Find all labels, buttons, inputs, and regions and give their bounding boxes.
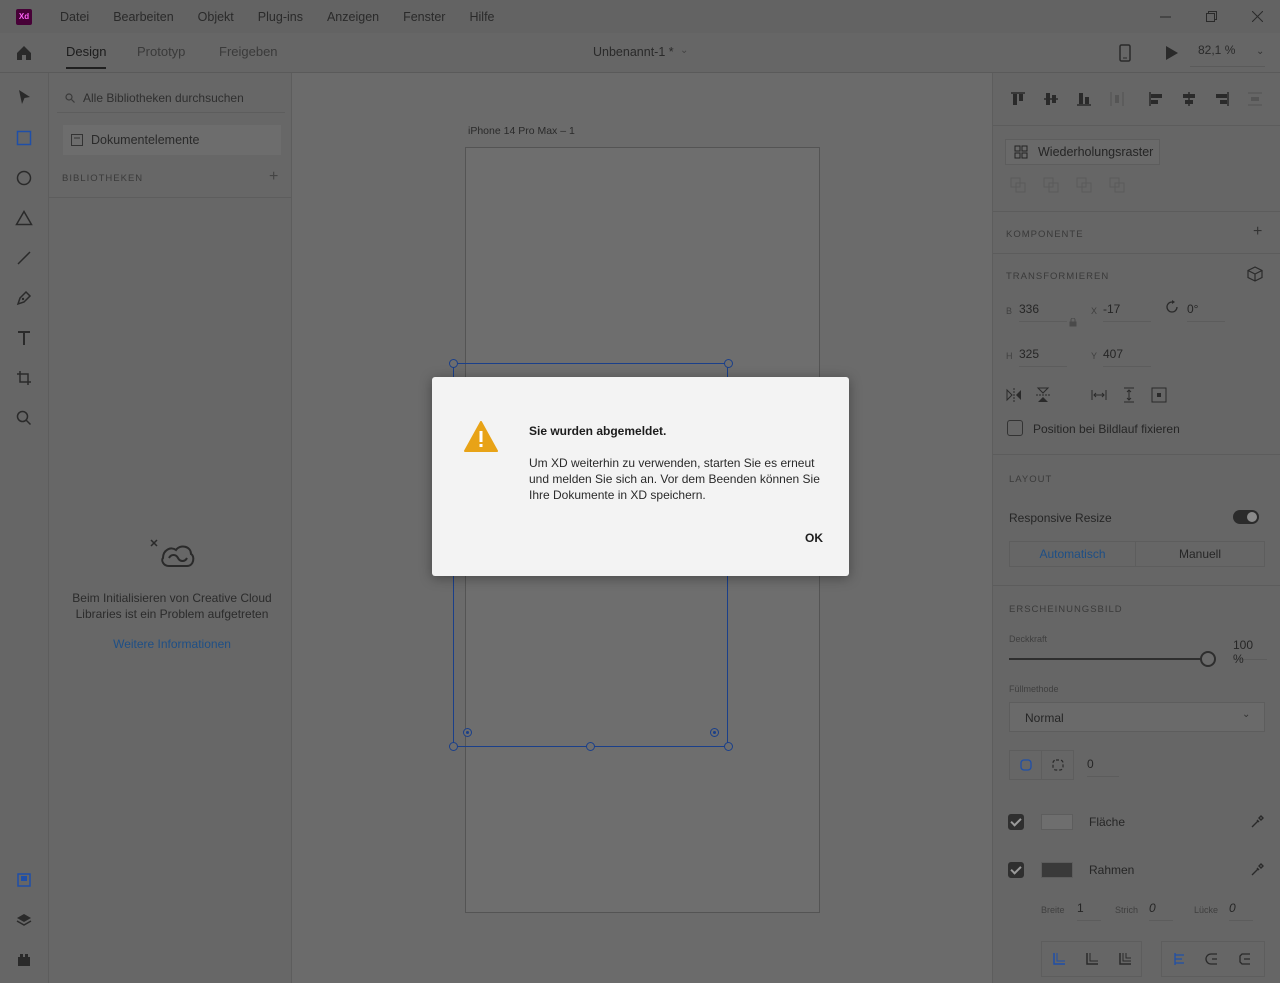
signed-out-dialog: Sie wurden abgemeldet. Um XD weiterhin z… xyxy=(432,377,849,576)
dialog-message: Um XD weiterhin zu verwenden, starten Si… xyxy=(529,456,820,502)
ok-button[interactable]: OK xyxy=(794,527,834,549)
dialog-title: Sie wurden abgemeldet. xyxy=(529,424,667,438)
warning-icon xyxy=(464,421,498,453)
